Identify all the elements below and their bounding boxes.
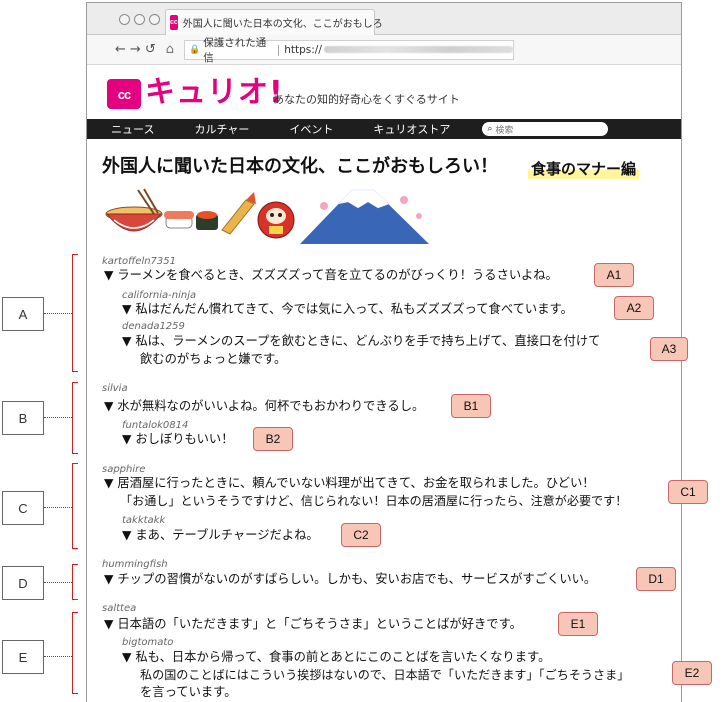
forward-arrow-icon[interactable]: → [130, 42, 141, 57]
site-logo-icon[interactable]: cc [107, 79, 141, 109]
group-label-b: B [2, 401, 44, 435]
comment-text: ▼ 水が無料なのがいいよね。何杯でもおかわりできるし。 [104, 399, 425, 413]
close-window-button[interactable] [119, 14, 130, 25]
comment-username[interactable]: hummingfish [102, 559, 168, 570]
group-bracket-e [72, 612, 78, 694]
lock-icon: 🔒 [188, 44, 201, 55]
nav-item-culture[interactable]: カルチャー [194, 121, 249, 137]
comment-text: ▼ まあ、テーブルチャージだよね。 [122, 528, 319, 542]
window-controls [119, 14, 160, 25]
site-logo-text[interactable]: キュリオ! [145, 75, 284, 111]
comment-text: ▼ 日本語の「いただきます」と「ごちそうさま」ということばが好きです。 [104, 617, 522, 631]
comment-text: ▼ ラーメンを食べるとき、ズズズズって音を立てるのがびっくり！うるさいよね。 [104, 268, 558, 282]
comment-text: ▼ 私はだんだん慣れてきて、今では気に入って、私もズズズズって食べています。 [122, 302, 573, 316]
group-label-a: A [2, 297, 44, 331]
group-bracket-d [72, 564, 78, 600]
search-placeholder: 検索 [495, 125, 514, 136]
group-bracket-a [72, 254, 78, 372]
minimize-window-button[interactable] [134, 14, 145, 25]
comment-badge: B1 [451, 394, 491, 418]
group-connector-b [44, 417, 72, 418]
browser-tab[interactable]: cc 外国人に聞いた日本の文化、ここがおもしろ [165, 9, 383, 35]
comment-username[interactable]: salttea [102, 603, 136, 614]
comment-badge: A1 [594, 263, 634, 287]
search-icon: ⌕ [487, 124, 493, 134]
reload-icon[interactable]: ↺ [145, 42, 156, 57]
url-separator: | [276, 43, 281, 56]
comment-username[interactable]: silvia [102, 383, 128, 394]
comment-badge: C2 [341, 523, 381, 547]
comment-text-continued: 「お通し」というそうですけど、信じられない！日本の居酒屋に行ったら、注意が必要で… [120, 494, 628, 508]
search-input[interactable]: ⌕ 検索 [482, 122, 609, 136]
site-header: cc キュリオ! あなたの知的好奇心をくすぐるサイト [87, 65, 681, 119]
comment-text-continued: 飲むのがちょっと嫌です。 [140, 352, 287, 366]
group-connector-a [44, 313, 72, 314]
tempura-icon [221, 192, 256, 235]
comment-text: ▼ おしぼりもいい！ [122, 432, 234, 446]
group-bracket-c [72, 463, 78, 549]
sushi-icon [164, 211, 218, 230]
comment-username[interactable]: denada1259 [122, 321, 185, 332]
comment-text-continued: を言っています。 [140, 685, 237, 699]
maximize-window-button[interactable] [149, 14, 160, 25]
nav-item-store[interactable]: キュリオストア [373, 121, 450, 137]
tab-title: 外国人に聞いた日本の文化、ここがおもしろ [182, 19, 383, 30]
nav-item-news[interactable]: ニュース [111, 121, 154, 137]
comment-badge: B2 [253, 427, 293, 451]
comment-text: ▼ 私は、ラーメンのスープを飲むときに、どんぶりを手で持ち上げて、直接口を付けて [122, 334, 601, 348]
comment-text-continued: 私の国のことばにはこういう挨拶はないので、日本語で「いただきます」「ごちそうさま… [140, 668, 630, 682]
page-title: 外国人に聞いた日本の文化、ここがおもしろい！ [102, 156, 498, 177]
browser-tab-bar: cc 外国人に聞いた日本の文化、ここがおもしろ [87, 3, 681, 35]
back-arrow-icon[interactable]: ← [115, 42, 126, 57]
daruma-icon [257, 201, 295, 239]
group-connector-e [44, 656, 72, 657]
main-nav: ニュース カルチャー イベント キュリオストア ⌕ 検索 [87, 119, 681, 139]
ramen-bowl-icon [105, 188, 163, 232]
blurred-url [323, 46, 513, 53]
favicon-icon: cc [170, 15, 178, 30]
group-bracket-b [72, 382, 78, 454]
page-subtitle: 食事のマナー編 [528, 158, 640, 179]
url-prefix: https:// [284, 43, 322, 56]
comment-badge: A2 [614, 296, 654, 320]
group-connector-c [44, 507, 72, 508]
group-label-d: D [2, 566, 44, 600]
address-bar-row: ← → ↺ ⌂ 🔒 保護された通信 | https:// [87, 35, 681, 65]
mount-fuji-icon [300, 189, 429, 244]
comment-badge: E2 [672, 661, 712, 685]
group-label-e: E [2, 640, 44, 674]
comment-text: ▼ 私も、日本から帰って、食事の前とあとにこのことばを言いたくなります。 [122, 650, 551, 664]
secure-label: 保護された通信 [203, 36, 267, 64]
comment-text: ▼ チップの習慣がないのがすばらしい。しかも、安いお店でも、サービスがすごくいい… [104, 572, 597, 586]
comment-badge: C1 [668, 480, 708, 504]
comment-text: ▼ 居酒屋に行ったときに、頼んでいない料理が出てきて、お金を取られました。ひどい… [104, 476, 595, 490]
home-icon[interactable]: ⌂ [166, 42, 174, 57]
group-label-c: C [2, 491, 44, 525]
site-tagline: あなたの知的好奇心をくすぐるサイト [273, 93, 460, 106]
japan-food-illustration [105, 188, 429, 244]
comment-badge: A3 [650, 337, 688, 361]
comment-username[interactable]: takktakk [122, 515, 165, 526]
comment-username[interactable]: bigtomato [122, 637, 173, 648]
group-connector-d [44, 582, 72, 583]
nav-item-event[interactable]: イベント [289, 121, 333, 137]
comment-badge: E1 [558, 612, 598, 636]
comment-badge: D1 [636, 567, 676, 591]
url-input[interactable]: 🔒 保護された通信 | https:// [183, 37, 514, 64]
